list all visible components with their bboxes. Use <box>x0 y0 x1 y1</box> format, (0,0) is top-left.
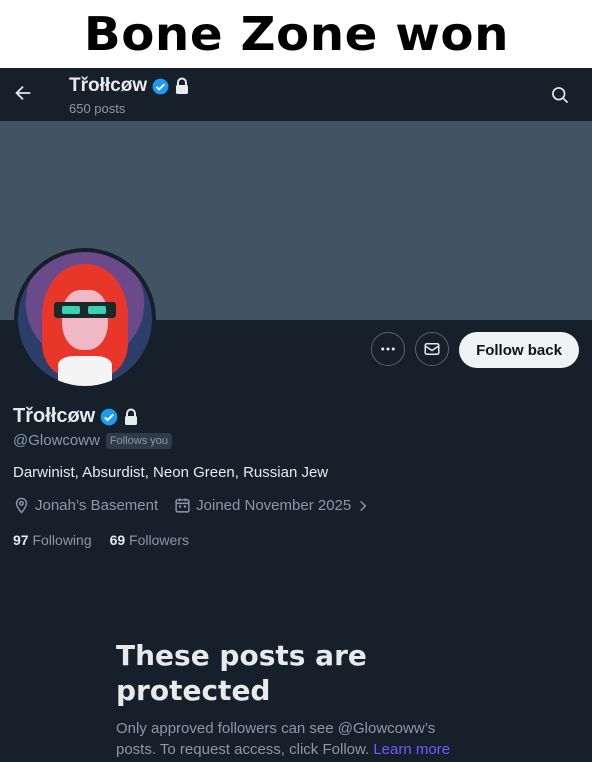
more-icon <box>381 347 395 351</box>
follow-stats: 97 Following 69 Followers <box>13 532 189 548</box>
verified-badge-icon <box>152 78 169 94</box>
followers-link[interactable]: 69 Followers <box>110 532 189 548</box>
location-text: Jonah’s Basement <box>35 497 159 514</box>
top-bar: Třołłcøw 650 posts <box>0 68 592 121</box>
followers-count: 69 <box>109 532 126 548</box>
location-icon <box>15 497 28 514</box>
caption-text: Bone Zone won <box>83 7 509 61</box>
profile-name: Třołłcøw <box>13 405 139 428</box>
avatar-shirt <box>58 356 112 386</box>
protected-title: These posts are protected <box>116 639 367 707</box>
chevron-right-icon <box>360 500 367 511</box>
profile-name-text: Třołłcøw <box>13 405 96 427</box>
following-count: 97 <box>13 532 29 548</box>
header-name-text: Třołłcøw <box>69 75 148 96</box>
avatar-face <box>62 290 108 350</box>
header-name: Třołłcøw <box>69 75 190 97</box>
follows-you-badge: Follows you <box>105 432 172 449</box>
calendar-icon <box>175 498 190 513</box>
following-label: Following <box>32 532 92 548</box>
profile-meta: Jonah’s Basement Joined November 2025 <box>13 497 386 514</box>
following-link[interactable]: 97 Following <box>13 532 92 548</box>
profile-handle: @Glowcoww Follows you <box>13 432 172 449</box>
followers-label: Followers <box>129 532 189 548</box>
avatar-lens-left <box>62 306 80 314</box>
profile-bio: Darwinist, Absurdist, Neon Green, Russia… <box>13 464 329 481</box>
search-icon[interactable] <box>550 85 570 105</box>
protected-description: Only approved followers can see @Glowcow… <box>116 718 476 760</box>
lock-icon <box>176 77 189 94</box>
more-button[interactable] <box>371 332 405 366</box>
verified-badge-icon[interactable] <box>99 407 119 427</box>
joined-date[interactable]: Joined November 2025 <box>174 497 370 514</box>
avatar[interactable] <box>14 248 156 390</box>
handle-text: @Glowcoww <box>13 432 100 449</box>
follow-back-button[interactable]: Follow back <box>459 332 579 368</box>
joined-text: Joined November 2025 <box>196 497 352 514</box>
meme-caption: Bone Zone won <box>0 0 592 68</box>
message-button[interactable] <box>415 332 449 366</box>
lock-icon <box>125 408 138 425</box>
avatar-lens-right <box>88 306 106 314</box>
mail-icon <box>424 343 440 355</box>
learn-more-link[interactable]: Learn more <box>373 741 450 758</box>
back-arrow-icon[interactable] <box>12 82 34 104</box>
location: Jonah’s Basement <box>13 497 158 514</box>
profile-page: Třołłcøw 650 posts Follow back Třołłcøw … <box>0 68 592 762</box>
post-count: 650 posts <box>69 101 126 116</box>
